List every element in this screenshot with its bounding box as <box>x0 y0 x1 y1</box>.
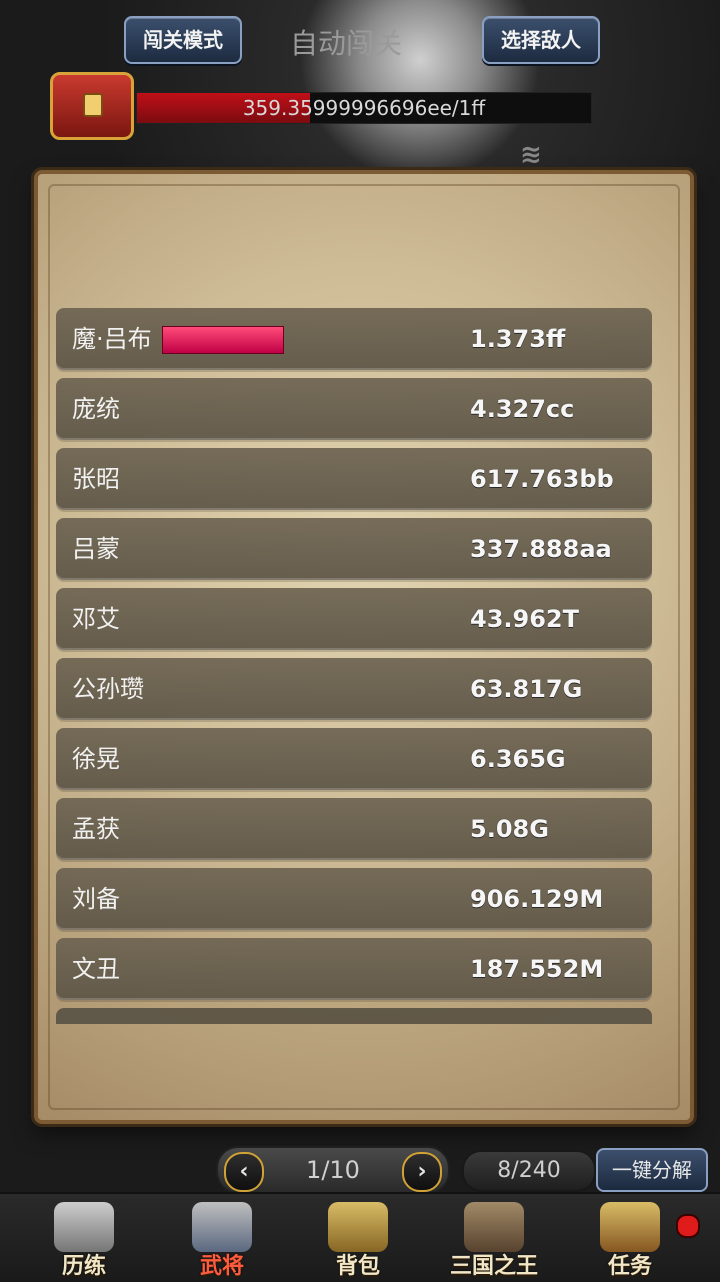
page-pager: ‹ 1/10 › <box>216 1146 450 1194</box>
ranking-value: 337.888aa <box>470 535 612 563</box>
ranking-row[interactable]: 庞统 4.327cc <box>56 378 652 440</box>
ranking-row[interactable]: 张昭 617.763bb <box>56 448 652 510</box>
nav-item-experience[interactable]: 历练 <box>24 1200 144 1279</box>
ranking-row[interactable]: 文丑 187.552M <box>56 938 652 1000</box>
ranking-row[interactable]: 刘备 906.129M <box>56 868 652 930</box>
ranking-name: 魔·吕布 <box>72 325 152 353</box>
nav-item-three-kingdoms[interactable]: 三国之王 <box>434 1200 554 1279</box>
ranking-row[interactable]: 邓艾 43.962T <box>56 588 652 650</box>
damage-ranking-panel: 魔·吕布 1.373ff 庞统 4.327cc 张昭 617.763bb 吕蒙 … <box>34 170 694 1124</box>
warrior-icon <box>54 1202 114 1252</box>
notification-dot <box>676 1214 700 1238</box>
ranking-name: 文丑 <box>72 955 120 983</box>
nav-label-tasks: 任务 <box>607 1254 652 1279</box>
ranking-name: 刘备 <box>72 885 120 913</box>
ranking-value: 187.552M <box>470 955 604 983</box>
ranking-value: 617.763bb <box>470 465 614 493</box>
select-enemy-button[interactable]: 选择敌人 <box>482 16 600 64</box>
crest-icon <box>464 1202 524 1252</box>
ranking-name: 徐晃 <box>72 745 120 773</box>
background-faint-icon: ≋ <box>520 140 542 170</box>
bottom-nav: 历练 武将 背包 三国之王 任务 <box>0 1192 720 1282</box>
ranking-row[interactable]: 公孙瓒 63.817G <box>56 658 652 720</box>
treasure-chest-icon[interactable] <box>50 72 134 140</box>
boss-hp-mini-bar <box>162 326 284 354</box>
ranking-row[interactable]: 孟获 5.08G <box>56 798 652 860</box>
bag-icon <box>328 1202 388 1252</box>
ranking-list[interactable]: 魔·吕布 1.373ff 庞统 4.327cc 张昭 617.763bb 吕蒙 … <box>56 308 652 1024</box>
ranking-name: 张昭 <box>72 465 120 493</box>
nav-label-experience: 历练 <box>61 1254 106 1279</box>
ranking-name: 庞统 <box>72 395 120 423</box>
helmet-icon <box>192 1202 252 1252</box>
ranking-row[interactable]: 魔·吕布 1.373ff <box>56 308 652 370</box>
ranking-row[interactable]: 吕蒙 337.888aa <box>56 518 652 580</box>
ranking-row[interactable]: 徐晃 6.365G <box>56 728 652 790</box>
chevron-right-icon[interactable]: › <box>402 1152 442 1192</box>
ranking-value: 43.962T <box>470 605 579 633</box>
nav-item-bag[interactable]: 背包 <box>298 1200 418 1279</box>
top-bar: 闯关模式 自动闯关 选择敌人 <box>0 0 720 80</box>
nav-item-generals[interactable]: 武将 <box>162 1200 282 1279</box>
screen-title: 自动闯关 <box>290 27 403 60</box>
ranking-row-partial <box>56 1008 652 1024</box>
ranking-value: 4.327cc <box>470 395 575 423</box>
ranking-value: 5.08G <box>470 815 549 843</box>
nav-label-bag: 背包 <box>335 1254 380 1279</box>
boss-hp-text: 359.35999996696ee/1ff <box>242 96 486 120</box>
inventory-count: 8/240 <box>462 1150 596 1192</box>
ranking-name: 公孙瓒 <box>72 675 144 703</box>
ranking-name: 吕蒙 <box>72 535 120 563</box>
ranking-value: 906.129M <box>470 885 604 913</box>
mode-button[interactable]: 闯关模式 <box>124 16 242 64</box>
decompose-all-button[interactable]: 一键分解 <box>596 1148 708 1192</box>
ranking-name: 邓艾 <box>72 605 120 633</box>
scroll-icon <box>600 1202 660 1252</box>
nav-item-tasks[interactable]: 任务 <box>570 1200 690 1279</box>
ranking-value: 63.817G <box>470 675 583 703</box>
boss-hp-bar: 359.35999996696ee/1ff <box>136 92 592 124</box>
ranking-value: 1.373ff <box>470 325 566 353</box>
nav-label-generals: 武将 <box>199 1254 244 1279</box>
ranking-name: 孟获 <box>72 815 120 843</box>
background-faint-number <box>250 138 510 174</box>
ranking-value: 6.365G <box>470 745 566 773</box>
nav-label-three-kingdoms: 三国之王 <box>449 1254 538 1279</box>
